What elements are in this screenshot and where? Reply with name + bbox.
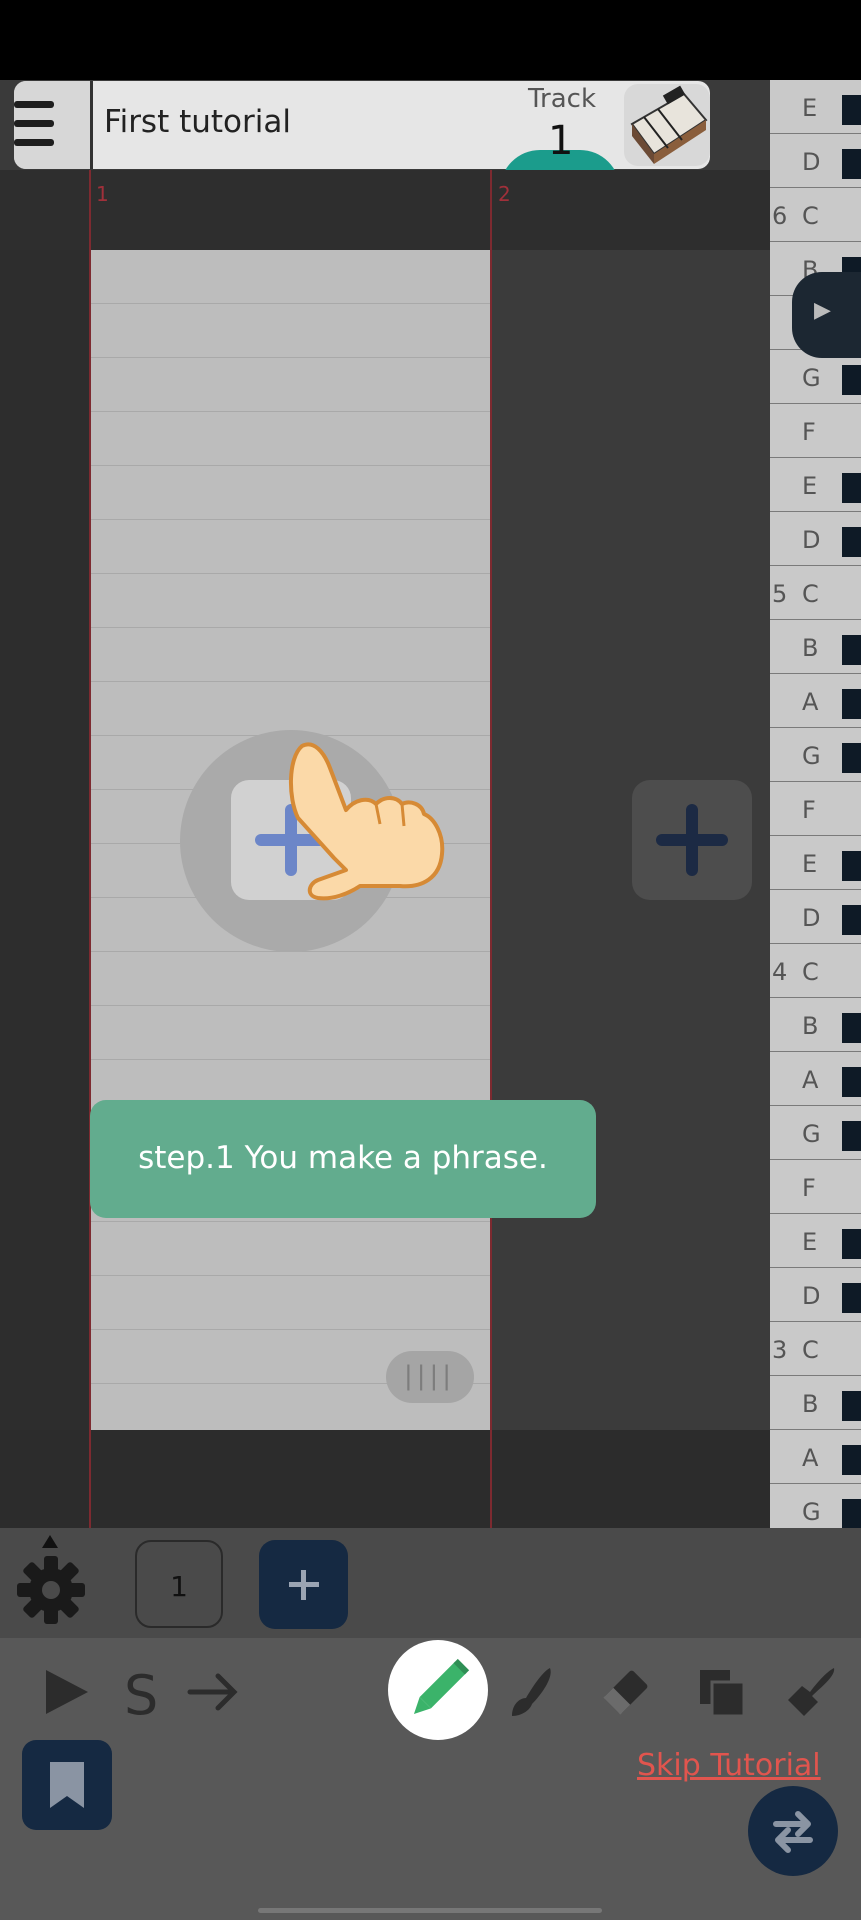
piano-key: F (770, 1160, 861, 1214)
track-label: Track (528, 84, 597, 114)
paint-icon[interactable] (782, 1662, 842, 1722)
grid-left-strip (0, 250, 89, 1430)
track-number[interactable]: 1 (548, 118, 573, 164)
phrase-resize-handle[interactable]: |||| (386, 1351, 474, 1403)
preview-play-tab[interactable]: ▶ (792, 272, 861, 358)
arrow-right-icon[interactable] (184, 1662, 244, 1722)
piano-instrument-icon[interactable] (624, 84, 710, 166)
pencil-tool-button[interactable] (388, 1640, 488, 1740)
tutorial-tooltip: step.1 You make a phrase. (90, 1100, 596, 1218)
piano-key: F (770, 782, 861, 836)
page-controls-row (0, 1528, 861, 1638)
grip-icon: |||| (404, 1361, 456, 1391)
skip-tutorial-link[interactable]: Skip Tutorial (637, 1748, 821, 1783)
brush-icon[interactable] (502, 1662, 562, 1722)
settings-gear-icon[interactable] (16, 1555, 86, 1625)
measure-number: 2 (498, 182, 511, 206)
header-divider (90, 81, 93, 169)
caret-up-icon (42, 1535, 58, 1548)
menu-button[interactable] (14, 81, 90, 169)
grid-bottom-strip (0, 1430, 770, 1528)
piano-key: C3 (770, 1322, 861, 1376)
piano-key: C4 (770, 944, 861, 998)
switch-view-button[interactable] (748, 1786, 838, 1876)
pencil-icon (413, 1658, 470, 1715)
measure-number: 1 (96, 182, 109, 206)
play-small-icon: ▶ (814, 298, 831, 323)
measure-line (89, 170, 91, 1528)
tutorial-message: step.1 You make a phrase. (138, 1140, 548, 1176)
pointing-hand-icon (284, 738, 464, 908)
add-page-button[interactable] (259, 1540, 348, 1629)
measure-ruler (0, 170, 770, 250)
svg-text:S: S (124, 1664, 158, 1722)
song-title[interactable]: First tutorial (104, 104, 291, 140)
piano-key: C5 (770, 566, 861, 620)
status-bar (0, 0, 861, 80)
piano-key: F (770, 404, 861, 458)
swap-arrows-icon (773, 1811, 813, 1853)
add-phrase-button-measure-2[interactable] (632, 780, 752, 900)
page-number: 1 (170, 1570, 188, 1603)
play-icon[interactable] (36, 1662, 96, 1722)
piano-key: C6 (770, 188, 861, 242)
eraser-icon[interactable] (596, 1662, 656, 1722)
bookmark-button[interactable] (22, 1740, 112, 1830)
page-number-button[interactable]: 1 (135, 1540, 223, 1628)
bookmark-icon (50, 1762, 84, 1808)
home-indicator (258, 1908, 602, 1913)
measure-line (490, 170, 492, 1528)
copy-icon[interactable] (692, 1662, 752, 1722)
s-icon[interactable]: S (118, 1662, 178, 1727)
